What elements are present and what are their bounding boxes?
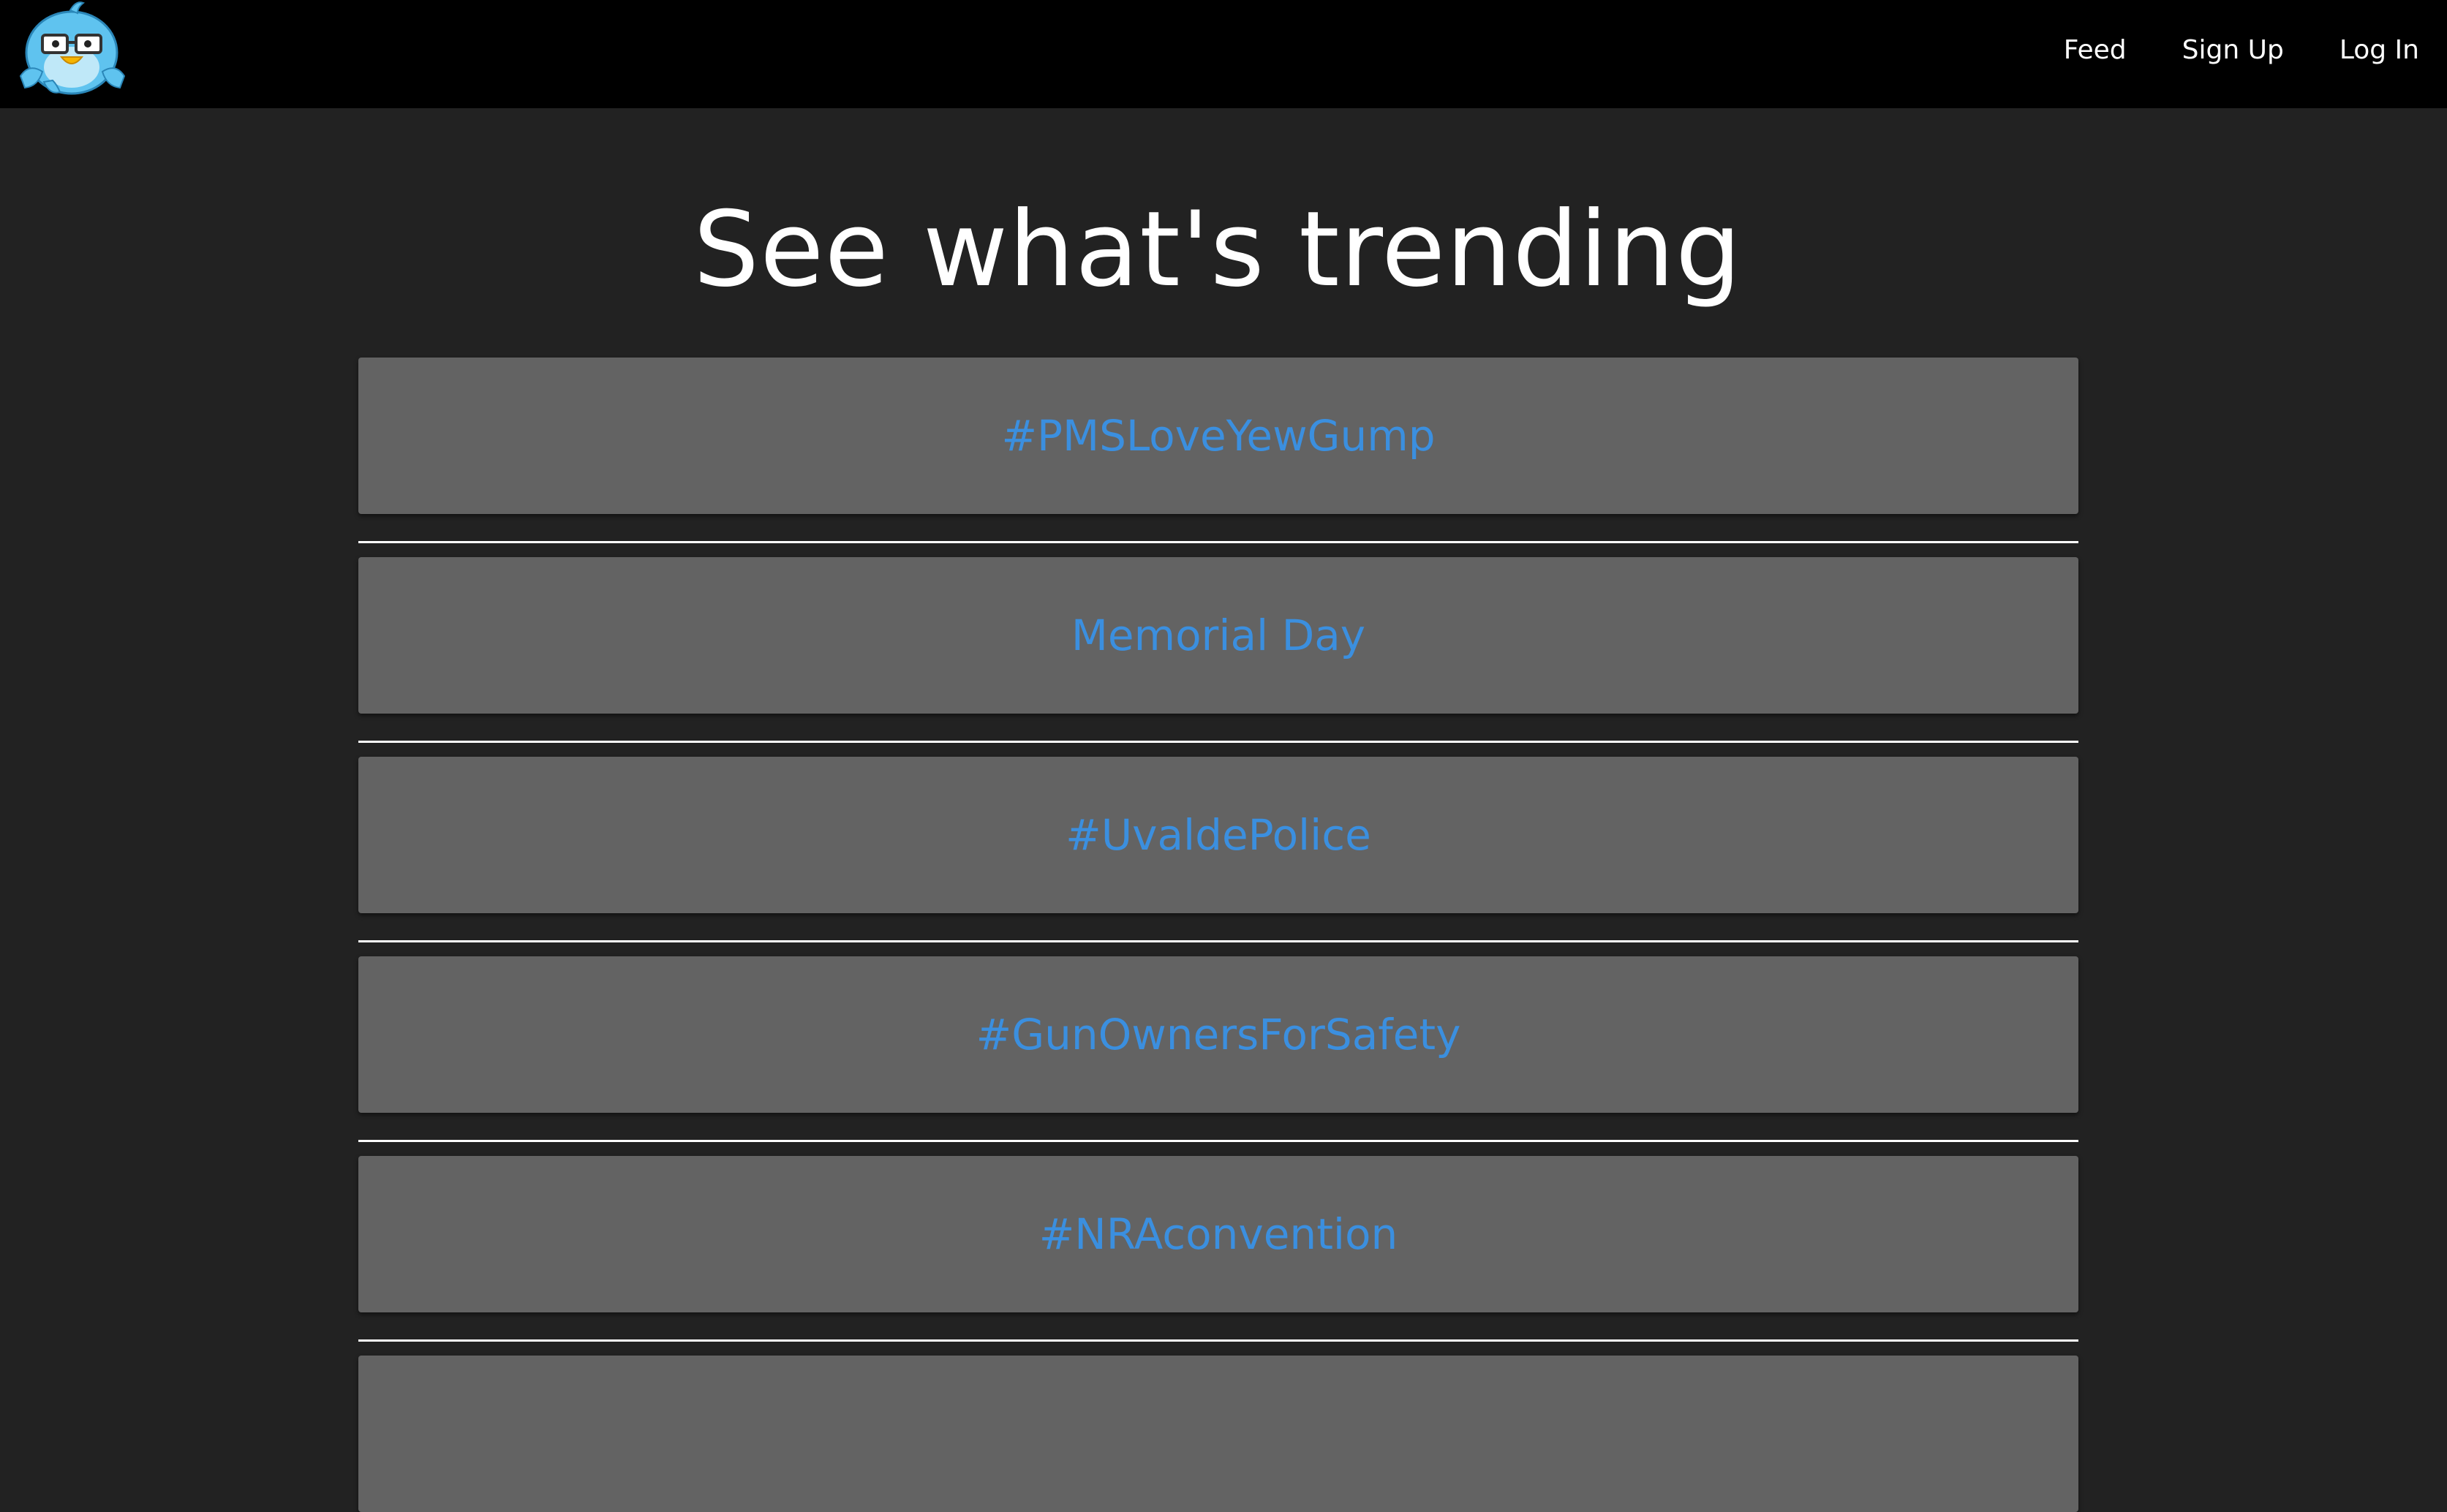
trend-link[interactable]: #GunOwnersForSafety — [976, 1010, 1461, 1059]
trend-divider — [358, 741, 2078, 743]
nav-links: Feed Sign Up Log In — [2036, 0, 2447, 99]
trend-link[interactable]: #PMSLoveYewGump — [1001, 411, 1435, 461]
trend-item[interactable]: #PMSLoveYewGump — [358, 358, 2078, 514]
nav-sign-up-link[interactable]: Sign Up — [2182, 35, 2284, 65]
navbar: Feed Sign Up Log In — [0, 0, 2447, 108]
nav-feed-link[interactable]: Feed — [2064, 35, 2127, 65]
trend-link[interactable]: #UvaldePolice — [1066, 810, 1371, 860]
bird-logo-icon[interactable] — [13, 0, 132, 98]
trend-item[interactable]: #NRAconvention — [358, 1156, 2078, 1312]
trend-list: #PMSLoveYewGump Memorial Day #UvaldePoli… — [358, 358, 2078, 1512]
trend-divider — [358, 541, 2078, 543]
trend-link[interactable]: Memorial Day — [1071, 611, 1365, 660]
trend-divider — [358, 1339, 2078, 1342]
trend-item[interactable]: #GunOwnersForSafety — [358, 956, 2078, 1113]
trend-item[interactable]: #UvaldePolice — [358, 757, 2078, 913]
page-title: See what's trending — [693, 189, 1742, 310]
trend-divider — [358, 1140, 2078, 1142]
trend-divider — [358, 940, 2078, 942]
trend-item[interactable]: Memorial Day — [358, 557, 2078, 714]
trend-item[interactable] — [358, 1356, 2078, 1512]
trend-link[interactable]: #NRAconvention — [1039, 1209, 1398, 1259]
nav-log-in-link[interactable]: Log In — [2339, 35, 2419, 65]
